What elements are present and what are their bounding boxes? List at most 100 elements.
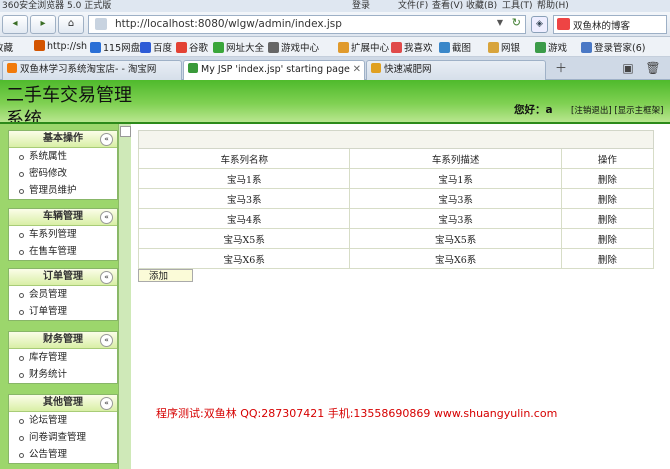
sidebar-group-title[interactable]: 财务管理 « <box>9 332 117 349</box>
sidebar-item-notice[interactable]: 公告管理 <box>9 446 117 463</box>
search-box[interactable]: 双鱼林的博客 <box>553 15 667 34</box>
sidebar-group-title[interactable]: 订单管理 « <box>9 269 117 286</box>
tab-index-jsp[interactable]: My JSP 'index.jsp' starting page ✕ <box>183 60 365 81</box>
address-url[interactable]: http://localhost:8080/wlgw/admin/index.j… <box>115 18 342 30</box>
sidebar-group-vehicles: 车辆管理 « 车系列管理 在售车管理 <box>8 208 118 261</box>
sidebar-item-change-password[interactable]: 密码修改 <box>9 165 117 182</box>
navigation-bar: ◂ ▸ ⌂ http://localhost:8080/wlgw/admin/i… <box>0 12 670 37</box>
menu-login[interactable]: 登录 <box>352 0 370 11</box>
menu-help[interactable]: 帮助(H) <box>537 0 569 11</box>
fav-item[interactable]: http://sh <box>34 40 87 52</box>
delete-link[interactable]: 删除 <box>560 188 655 209</box>
table-row: 宝马4系 宝马3系 删除 <box>137 208 655 229</box>
sidebar-group-other: 其他管理 « 论坛管理 问卷调查管理 公告管理 <box>8 394 118 464</box>
sidebar-item-orders[interactable]: 订单管理 <box>9 303 117 320</box>
fav-item[interactable]: 收藏 <box>0 40 13 54</box>
menu-favorites[interactable]: 收藏(B) <box>466 0 497 11</box>
menu-tools[interactable]: 工具(T) <box>502 0 533 11</box>
heart-icon <box>391 42 402 53</box>
sidebar-item-admin-maintenance[interactable]: 管理员维护 <box>9 182 117 199</box>
sidebar-item-system-properties[interactable]: 系统属性 <box>9 148 117 165</box>
sidebar-group-title[interactable]: 基本操作 « <box>9 131 117 148</box>
sidebar-item-forum[interactable]: 论坛管理 <box>9 412 117 429</box>
address-bar[interactable]: http://localhost:8080/wlgw/admin/index.j… <box>88 15 526 34</box>
favorites-bar: 收藏 http://sh 115网盘 百度 谷歌 网址大全 游戏中心 扩展中心 … <box>0 37 670 57</box>
back-button[interactable]: ◂ <box>2 15 28 34</box>
delete-link[interactable]: 删除 <box>560 168 655 189</box>
tab-label: My JSP 'index.jsp' starting page <box>201 64 350 75</box>
cell-series-desc: 宝马X6系 <box>349 248 562 269</box>
greeting: 您好：a <box>514 104 553 116</box>
sidebar-group-title[interactable]: 其他管理 « <box>9 395 117 412</box>
tab-jianfei[interactable]: 快速减肥网 <box>366 60 546 80</box>
fav-item[interactable]: 登录管家(6) <box>581 40 645 54</box>
security-shield-icon[interactable]: ◈ <box>531 16 548 33</box>
column-header: 操作 <box>560 148 655 169</box>
cell-series-desc: 宝马1系 <box>349 168 562 189</box>
cell-series-name: 宝马4系 <box>137 208 351 229</box>
add-button[interactable]: 添加 <box>138 269 193 282</box>
footer-note: 程序测试:双鱼林 QQ:287307421 手机:13558690869 www… <box>156 407 558 420</box>
table-row: 宝马1系 宝马1系 删除 <box>137 168 655 189</box>
home-icon: ⌂ <box>67 18 75 29</box>
home-button[interactable]: ⌂ <box>58 15 84 34</box>
game-icon <box>535 42 546 53</box>
sidebar-item-series-management[interactable]: 车系列管理 <box>9 226 117 243</box>
tab-label: 双鱼林学习系统淘宝店- - 淘宝网 <box>20 64 157 75</box>
collapse-icon[interactable]: « <box>100 133 113 146</box>
fav-icon <box>34 40 45 51</box>
sidebar-group-finance: 财务管理 « 库存管理 财务统计 <box>8 331 118 384</box>
fav-item[interactable]: 115网盘 <box>90 40 140 54</box>
close-icon[interactable]: ✕ <box>353 61 361 79</box>
sidebar-group-title[interactable]: 车辆管理 « <box>9 209 117 226</box>
trash-icon[interactable]: 🗑 <box>645 61 661 75</box>
fav-icon <box>90 42 101 53</box>
header-links[interactable]: [注销退出] [显示主框架] <box>571 104 663 116</box>
back-arrow-icon: ◂ <box>12 18 18 29</box>
fav-item[interactable]: 截图 <box>439 40 471 54</box>
collapse-icon[interactable]: « <box>100 397 113 410</box>
new-tab-icon[interactable]: ＋ <box>553 61 569 75</box>
sidebar-item-finance-stats[interactable]: 财务统计 <box>9 366 117 383</box>
fav-item[interactable]: 游戏中心 <box>268 40 319 54</box>
scissors-icon <box>439 42 450 53</box>
tab-taobao[interactable]: 双鱼林学习系统淘宝店- - 淘宝网 <box>2 60 182 80</box>
fav-item[interactable]: 百度 <box>140 40 172 54</box>
cell-series-name: 宝马X6系 <box>137 248 351 269</box>
delete-link[interactable]: 删除 <box>560 208 655 229</box>
collapse-sidebar-icon[interactable] <box>120 126 131 137</box>
tab-bar: 双鱼林学习系统淘宝店- - 淘宝网 My JSP 'index.jsp' sta… <box>0 57 670 81</box>
chevron-down-icon[interactable]: ▼ <box>497 18 503 27</box>
fav-item[interactable]: 游戏 <box>535 40 567 54</box>
table-row: 宝马X5系 宝马X5系 删除 <box>137 228 655 249</box>
frame-splitter[interactable] <box>118 124 131 469</box>
fav-item[interactable]: 我喜欢 <box>391 40 433 54</box>
forward-button[interactable]: ▸ <box>30 15 56 34</box>
search-box-label: 双鱼林的博客 <box>573 21 631 32</box>
collapse-icon[interactable]: « <box>100 271 113 284</box>
column-header: 车系列名称 <box>137 148 351 169</box>
menu-view[interactable]: 查看(V) <box>432 0 463 11</box>
fav-item[interactable]: 谷歌 <box>176 40 208 54</box>
sidebar-group-orders: 订单管理 « 会员管理 订单管理 <box>8 268 118 321</box>
taobao-icon <box>7 63 17 73</box>
sidebar-item-survey[interactable]: 问卷调查管理 <box>9 429 117 446</box>
sidebar-item-inventory[interactable]: 库存管理 <box>9 349 117 366</box>
sidebar-item-onsale-management[interactable]: 在售车管理 <box>9 243 117 260</box>
fav-item[interactable]: 网址大全 <box>213 40 264 54</box>
search-engine-icon <box>557 18 570 30</box>
table-row: 宝马3系 宝马3系 删除 <box>137 188 655 209</box>
delete-link[interactable]: 删除 <box>560 248 655 269</box>
collapse-icon[interactable]: « <box>100 211 113 224</box>
fav-item[interactable]: 网银 <box>488 40 520 54</box>
reload-icon[interactable]: ↻ <box>512 16 521 29</box>
cell-series-name: 宝马1系 <box>137 168 351 189</box>
cell-series-desc: 宝马3系 <box>349 188 562 209</box>
fav-item[interactable]: 扩展中心 <box>338 40 389 54</box>
collapse-icon[interactable]: « <box>100 334 113 347</box>
table-header-row: 车系列名称 车系列描述 操作 <box>137 148 655 169</box>
delete-link[interactable]: 删除 <box>560 228 655 249</box>
sidebar-item-members[interactable]: 会员管理 <box>9 286 117 303</box>
menu-file[interactable]: 文件(F) <box>398 0 428 11</box>
restore-tabs-icon[interactable]: ▣ <box>620 61 636 75</box>
